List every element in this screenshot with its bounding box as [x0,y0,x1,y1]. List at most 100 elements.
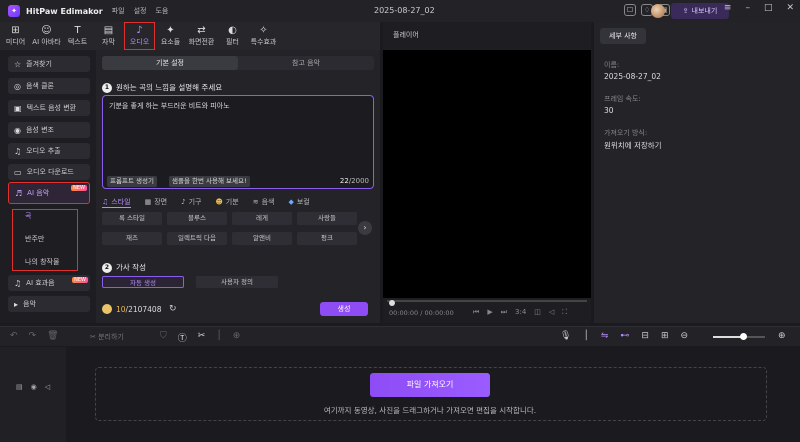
chevron-right-icon[interactable]: › [358,221,372,235]
tab-details[interactable]: 세부 사항 [600,28,646,44]
sidebar-item-favorites[interactable]: ☆ 즐겨찾기 [8,56,90,72]
refresh-icon[interactable]: ↻ [169,304,177,314]
ai-music-panel: 기본 설정 참고 음악 1 원하는 곡의 느낌을 설명해 주세요 기분을 좋게 … [96,50,380,323]
style-chip[interactable]: 일렉트릭 다음 [167,232,227,245]
play-icon[interactable]: ▶ [487,308,492,317]
minimize-icon[interactable]: – [745,3,750,13]
add-clip-icon[interactable]: ⊕ [233,331,241,344]
submenu-item-my-creations[interactable]: 나의 창작물 [25,257,59,267]
sidebar-item-ai-effects[interactable]: ♫ AI 효과음 NEW [8,275,90,291]
fps-value: 30 [604,106,614,115]
redo-icon[interactable]: ↷ [29,331,37,341]
tab-scene[interactable]: ▦ 장면 [145,196,168,208]
cut-tool-icon[interactable]: ✂ [198,331,206,344]
tab-ai-avatar[interactable]: ☺ AI 아바타 [31,22,62,50]
style-chip[interactable]: 재즈 [102,232,162,245]
tab-reference-music[interactable]: 참고 음악 [238,56,374,70]
tab-style[interactable]: ♫ 스타일 [102,196,131,208]
char-max: /2000 [348,177,369,185]
track-height-icon[interactable]: ⊞ [661,331,669,341]
zoom-handle[interactable] [740,333,747,340]
scrubber[interactable] [387,300,587,306]
microphone-icon[interactable]: 🎙 [560,331,571,341]
snap-icon[interactable]: ⊷ [620,331,629,341]
sidebar-item-audio-download[interactable]: ▭ 오디오 다운로드 [8,164,90,180]
import-file-button[interactable]: 파일 가져오기 [370,373,490,397]
shield-icon[interactable]: ⛉ [160,331,167,344]
new-badge: NEW [71,185,87,191]
link-icon[interactable]: ⇋ [601,331,609,341]
menu-icon[interactable]: ≡ [724,3,732,13]
export-button[interactable]: ⇪ 내보내기 [671,3,729,19]
tab-transition[interactable]: ⇄ 화면전환 [186,22,217,50]
download-icon: ▭ [14,167,22,177]
close-icon[interactable]: ✕ [786,3,794,13]
visibility-icon[interactable]: ◉ [31,383,37,391]
player-title: 플레이어 [393,31,419,39]
tab-label: 요소들 [160,38,181,46]
fullscreen-icon[interactable]: ⛶ [562,308,567,317]
menu-help[interactable]: 도움 [155,6,168,16]
tab-instrument[interactable]: ♪ 기구 [181,196,201,208]
style-chip[interactable]: 펑크 [297,232,357,245]
separator-icon: │ [216,331,222,341]
sidebar-item-tts[interactable]: ▣ 텍스트 음성 변환 [8,100,90,116]
style-chip[interactable]: 사랑들 [297,212,357,225]
tab-tone[interactable]: ≋ 음색 [253,196,275,208]
prev-frame-icon[interactable]: ⏮ [473,308,479,317]
scene-icon: ▦ [144,198,152,206]
submenu-item-instrumental[interactable]: 반주만 [25,234,44,244]
sidebar-item-ai-music[interactable]: ♬ AI 음악 NEW [8,182,90,204]
sidebar-item-voice-clone[interactable]: ◎ 음색 클론 [8,78,90,94]
tab-effects[interactable]: ✧ 특수효과 [248,22,279,50]
sidebar-item-label: 음악 [23,300,36,308]
style-chip[interactable]: 블루스 [167,212,227,225]
tab-label: 텍스트 [67,38,88,46]
tab-mood[interactable]: ☻ 기분 [215,196,238,208]
tab-media[interactable]: ⊞ 미디어 [0,22,31,50]
sidebar-item-voice-changer[interactable]: ◉ 음성 변조 [8,122,90,138]
zoom-slider[interactable] [713,333,765,340]
tab-vocal[interactable]: ◆ 보컬 [288,196,309,208]
aspect-ratio[interactable]: 3:4 [515,308,526,317]
maximize-icon[interactable]: □ [764,3,773,13]
generate-button[interactable]: 생성 [320,302,368,316]
tab-filter[interactable]: ◐ 필터 [217,22,248,50]
zoom-in-icon[interactable]: ⊕ [778,331,786,341]
style-chip[interactable]: 알앤비 [232,232,292,245]
feedback-icon[interactable]: ☐ [624,4,636,16]
sidebar-item-music[interactable]: ▸ 음악 [8,296,90,312]
submenu-item-song[interactable]: 곡 [25,211,31,221]
zoom-out-icon[interactable]: ⊖ [681,331,689,341]
sidebar-item-audio-extract[interactable]: ♫ 오디오 추출 [8,143,90,159]
style-chip[interactable]: 레게 [232,212,292,225]
tab-label: 미디어 [5,38,26,46]
snapshot-icon[interactable]: ◫ [534,308,541,317]
tab-subtitle[interactable]: ▤ 자막 [93,22,124,50]
menu-file[interactable]: 파일 [112,6,125,16]
tab-elements[interactable]: ✦ 요소들 [155,22,186,50]
next-frame-icon[interactable]: ⏭ [501,308,507,317]
style-chip[interactable]: 록 스타일 [102,212,162,225]
volume-icon[interactable]: ◁ [549,308,554,317]
prompt-textarea[interactable]: 기분을 좋게 하는 부드러운 비트와 피아노 프롬프트 생성기 샘플을 한번 사… [102,95,374,189]
prompt-generator-button[interactable]: 프롬프트 생성기 [107,176,157,187]
tab-basic-settings[interactable]: 기본 설정 [102,56,238,70]
mute-icon[interactable]: ◁ [45,383,50,391]
text-tool-icon[interactable]: Ⓣ [178,331,187,344]
tab-audio[interactable]: ♪ 오디오 [124,22,155,50]
try-sample-button[interactable]: 샘플을 한번 사용해 보세요! [169,176,250,187]
split-button[interactable]: ✂ 분리하기 [90,332,124,342]
menu-settings[interactable]: 설정 [134,6,147,16]
tab-text[interactable]: T 텍스트 [62,22,93,50]
import-method-label: 가져오기 방식: [604,129,648,137]
avatar[interactable] [651,4,665,18]
split-label: 분리하기 [98,333,124,341]
ai-avatar-icon: ☺ [41,25,52,36]
delete-icon[interactable]: 🗑 [47,331,58,341]
scrubber-handle[interactable] [389,300,395,306]
auto-generate-button[interactable]: 자동 생성 [102,276,184,288]
custom-lyrics-button[interactable]: 사용자 정의 [196,276,278,288]
split-view-icon[interactable]: ⊟ [641,331,649,341]
undo-icon[interactable]: ↶ [10,331,18,341]
